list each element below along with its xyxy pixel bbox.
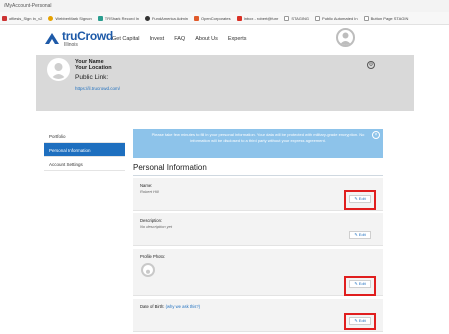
profile-photo-placeholder-icon xyxy=(141,263,155,277)
url-text: /MyAccount-Personal xyxy=(4,3,52,9)
nav-link-faq[interactable]: FAQ xyxy=(174,36,185,42)
bookmark-item[interactable]: TRShark Record In xyxy=(97,15,139,21)
field-value: No description yet xyxy=(140,224,173,229)
bookmark-icon xyxy=(194,15,199,21)
logo-text[interactable]: truCrowd xyxy=(62,29,113,43)
page-icon xyxy=(363,15,369,21)
sidebar-item-portfolio[interactable]: Portfolio xyxy=(44,129,125,143)
bookmark-icon xyxy=(2,15,7,21)
mail-icon xyxy=(236,15,242,21)
bookmark-item[interactable]: WebberMark Signon xyxy=(48,15,92,21)
logo-subtitle: Illinois xyxy=(64,42,78,48)
bookmark-item[interactable]: ofilesis_Sign In_v2 xyxy=(2,15,42,21)
nav-link-get-capital[interactable]: Get Capital xyxy=(112,36,140,42)
field-label: Description: xyxy=(140,218,163,223)
bookmark-icon xyxy=(144,15,150,21)
public-link-url[interactable]: https://il.trucrowd.com/ xyxy=(75,86,120,91)
highlight-box xyxy=(344,190,376,210)
main-nav: Get Capital Invest FAQ About Us Experts xyxy=(112,36,257,42)
field-label: Profile Photo: xyxy=(140,254,166,259)
highlight-box xyxy=(344,276,376,296)
bookmark-item[interactable]: OpenCorporates xyxy=(194,15,231,21)
page-icon xyxy=(284,15,290,21)
bookmarks-bar: ofilesis_Sign In_v2 WebberMark Signon TR… xyxy=(0,12,449,25)
info-banner-text: Please take few minutes to fill in your … xyxy=(151,132,365,143)
bookmark-item[interactable]: FundAmerica Admin xyxy=(144,15,188,21)
sidebar-item-account-settings[interactable]: Account Settings xyxy=(44,157,125,171)
bookmark-item[interactable]: STAGING xyxy=(284,15,309,21)
settings-icon[interactable]: ⚙ xyxy=(367,61,375,69)
edit-description-button[interactable]: ✎ Edit xyxy=(349,231,371,239)
page-icon xyxy=(315,15,321,21)
close-icon[interactable]: × xyxy=(372,131,380,139)
divider xyxy=(133,175,383,176)
bookmark-icon xyxy=(48,15,54,21)
bookmark-icon xyxy=(97,15,103,21)
bookmark-item[interactable]: Public Automated In xyxy=(315,15,358,21)
page-title: Personal Information xyxy=(133,163,207,172)
bookmark-item[interactable]: Inbox - robert@funr xyxy=(236,15,278,21)
account-sidebar: Portfolio Personal Information Account S… xyxy=(44,129,125,171)
field-label: Date of Birth: (why we ask this?) xyxy=(140,304,201,309)
nav-link-experts[interactable]: Experts xyxy=(228,36,247,42)
profile-location: Your Location xyxy=(75,65,112,71)
why-we-ask-link[interactable]: (why we ask this?) xyxy=(166,304,200,309)
info-banner: Please take few minutes to fill in your … xyxy=(133,129,383,158)
bookmark-item[interactable]: Button Page STAGIN xyxy=(363,15,408,21)
nav-link-about-us[interactable]: About Us xyxy=(195,36,218,42)
field-card-description: Description: No description yet ✎ Edit xyxy=(133,213,383,246)
public-link-label: Public Link: xyxy=(75,74,109,81)
nav-link-invest[interactable]: Invest xyxy=(150,36,165,42)
field-value: Robert Hill xyxy=(140,189,159,194)
user-avatar-icon[interactable] xyxy=(336,28,355,47)
field-label: Name: xyxy=(140,183,153,188)
highlight-box xyxy=(344,313,376,330)
profile-avatar-icon xyxy=(47,58,70,81)
sidebar-item-personal-information[interactable]: Personal Information xyxy=(44,143,125,157)
url-bar[interactable]: /MyAccount-Personal xyxy=(0,0,449,12)
logo-mark-icon[interactable] xyxy=(44,32,60,45)
